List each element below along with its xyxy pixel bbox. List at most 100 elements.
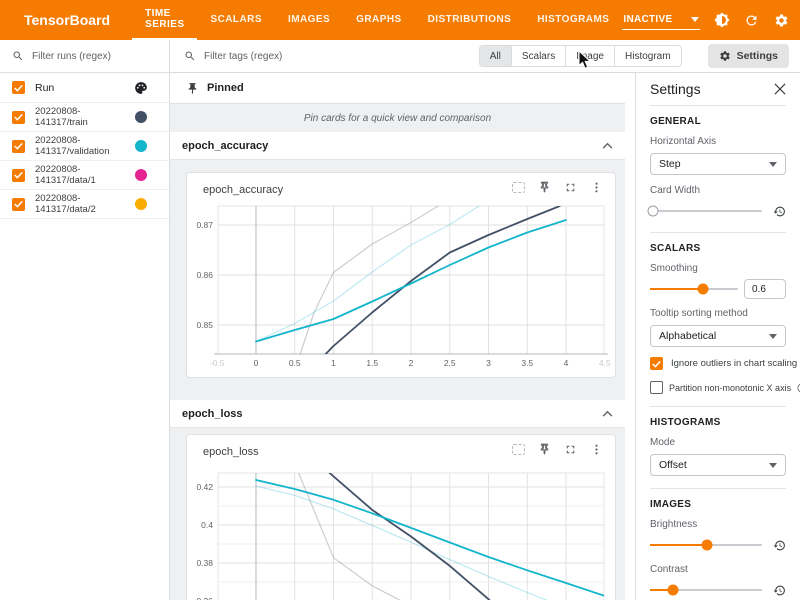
palette-icon[interactable] <box>134 81 148 95</box>
gear-icon[interactable] <box>773 12 790 29</box>
partition-x-checkbox-row[interactable]: Partition non-monotonic X axis ? <box>650 381 786 394</box>
reset-icon[interactable] <box>773 205 786 218</box>
fit-domain-icon[interactable] <box>512 444 525 455</box>
run-name: 20220808-141317/data/2 <box>35 193 135 215</box>
chevron-up-icon[interactable] <box>602 410 613 417</box>
card-title: epoch_loss <box>203 446 259 458</box>
app-logo: TensorBoard <box>24 0 110 40</box>
fit-domain-icon[interactable] <box>512 182 525 193</box>
card-title: epoch_accuracy <box>203 184 283 196</box>
run-color-dot <box>135 169 147 181</box>
ignore-outliers-checkbox-row[interactable]: Ignore outliers in chart scaling <box>650 357 786 370</box>
tab-distributions[interactable]: DISTRIBUTIONS <box>415 0 525 40</box>
more-options-icon[interactable] <box>590 181 603 194</box>
brightness-slider[interactable] <box>650 544 762 546</box>
status-dropdown[interactable]: INACTIVE <box>622 11 700 30</box>
svg-text:0.85: 0.85 <box>196 320 213 330</box>
pin-outline-icon[interactable] <box>538 443 551 456</box>
svg-text:-0.5: -0.5 <box>210 358 225 368</box>
settings-panel: Settings GENERAL Horizontal Axis Step Ca… <box>635 73 800 600</box>
fullscreen-icon[interactable] <box>564 443 577 456</box>
run-row-validation[interactable]: 20220808-141317/validation <box>0 132 169 161</box>
fullscreen-icon[interactable] <box>564 181 577 194</box>
runs-filter <box>0 40 169 73</box>
pin-outline-icon[interactable] <box>538 181 551 194</box>
tab-histograms[interactable]: HISTOGRAMS <box>524 0 622 40</box>
contrast-slider[interactable] <box>650 589 762 591</box>
run-checkbox-all[interactable] <box>12 81 25 94</box>
tooltip-sort-select[interactable]: Alphabetical <box>650 325 786 347</box>
tags-toolbar: All Scalars Image Histogram Settings <box>170 40 800 73</box>
run-color-dot <box>135 140 147 152</box>
tags-filter-input[interactable] <box>204 51 354 62</box>
checkbox-unchecked[interactable] <box>650 381 663 394</box>
smoothing-value-input[interactable]: 0.6 <box>744 279 786 299</box>
chevron-up-icon[interactable] <box>602 142 613 149</box>
chevron-down-icon <box>691 17 699 22</box>
reset-icon[interactable] <box>773 584 786 597</box>
runs-filter-input[interactable] <box>32 51 147 62</box>
svg-text:0: 0 <box>254 358 259 368</box>
svg-text:4: 4 <box>564 358 569 368</box>
card-actions <box>512 181 603 194</box>
filter-chip-scalars[interactable]: Scalars <box>511 46 565 66</box>
svg-text:3.5: 3.5 <box>521 358 533 368</box>
svg-text:0.5: 0.5 <box>289 358 301 368</box>
svg-text:0.4: 0.4 <box>201 520 213 530</box>
pinned-header: Pinned <box>170 73 625 104</box>
pinned-title: Pinned <box>207 82 244 94</box>
run-name: 20220808-141317/validation <box>35 135 135 157</box>
reload-icon[interactable] <box>743 12 760 29</box>
tab-time-series[interactable]: TIME SERIES <box>132 0 197 40</box>
chevron-down-icon <box>769 162 777 167</box>
checkbox-checked[interactable] <box>650 357 663 370</box>
search-icon <box>184 50 196 62</box>
svg-text:4.5: 4.5 <box>599 358 611 368</box>
runs-header-label: Run <box>35 82 134 94</box>
settings-group-images: IMAGES Brightness Contrast Show actual i… <box>650 488 786 600</box>
svg-text:0.38: 0.38 <box>196 558 213 568</box>
chevron-down-icon <box>769 463 777 468</box>
tab-scalars[interactable]: SCALARS <box>197 0 275 40</box>
svg-text:0.87: 0.87 <box>196 220 213 230</box>
histogram-mode-select[interactable]: Offset <box>650 454 786 476</box>
reset-icon[interactable] <box>773 539 786 552</box>
run-row-data-1[interactable]: 20220808-141317/data/1 <box>0 161 169 190</box>
section-header-epoch-loss[interactable]: epoch_loss <box>170 400 625 428</box>
close-icon[interactable] <box>774 83 786 95</box>
filter-chip-histogram[interactable]: Histogram <box>614 46 681 66</box>
scalar-card-epoch-accuracy: epoch_accuracy 0.850.860.87-0.500.511.52… <box>186 172 616 378</box>
scalar-card-epoch-loss: epoch_loss 0.360.380.40.42 <box>186 434 616 600</box>
tags-filter <box>170 50 479 62</box>
app-header: TensorBoard TIME SERIES SCALARS IMAGES G… <box>0 0 800 40</box>
run-checkbox[interactable] <box>12 169 25 182</box>
settings-toggle-button[interactable]: Settings <box>708 44 789 68</box>
run-checkbox[interactable] <box>12 111 25 124</box>
brightness-toggle-icon[interactable] <box>713 12 730 29</box>
settings-group-general: GENERAL Horizontal Axis Step Card Width <box>650 106 786 220</box>
tab-graphs[interactable]: GRAPHS <box>343 0 414 40</box>
svg-text:1: 1 <box>331 358 336 368</box>
horizontal-axis-select[interactable]: Step <box>650 153 786 175</box>
header-controls: INACTIVE ? <box>622 0 800 40</box>
smoothing-slider[interactable] <box>650 288 738 290</box>
chevron-down-icon <box>769 334 777 339</box>
tab-images[interactable]: IMAGES <box>275 0 343 40</box>
loss-line-chart[interactable]: 0.360.380.40.42 <box>187 461 617 600</box>
run-name: 20220808-141317/data/1 <box>35 164 135 186</box>
run-row-data-2[interactable]: 20220808-141317/data/2 <box>0 190 169 219</box>
settings-group-scalars: SCALARS Smoothing 0.6 Tooltip sorting me… <box>650 232 786 394</box>
card-width-slider[interactable] <box>650 210 762 212</box>
gear-icon <box>719 50 731 62</box>
filter-chip-all[interactable]: All <box>480 46 511 66</box>
more-options-icon[interactable] <box>590 443 603 456</box>
svg-text:0.36: 0.36 <box>196 596 213 600</box>
pin-icon <box>186 82 199 95</box>
runs-header-row: Run <box>0 73 169 103</box>
section-header-epoch-accuracy[interactable]: epoch_accuracy <box>170 132 625 160</box>
run-checkbox[interactable] <box>12 198 25 211</box>
run-row-train[interactable]: 20220808-141317/train <box>0 103 169 132</box>
search-icon <box>12 50 24 62</box>
run-checkbox[interactable] <box>12 140 25 153</box>
accuracy-line-chart[interactable]: 0.850.860.87-0.500.511.522.533.544.5 <box>187 199 617 371</box>
